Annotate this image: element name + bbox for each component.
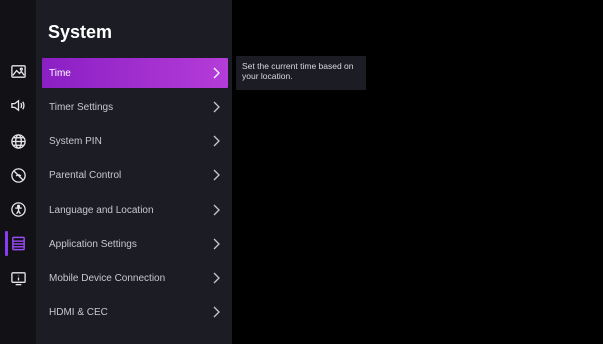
picture-icon[interactable]	[10, 63, 27, 80]
network-icon[interactable]	[10, 133, 27, 150]
menu-item-label: Language and Location	[49, 204, 154, 216]
menu-item-label: Parental Control	[49, 169, 122, 181]
menu-item-label: Mobile Device Connection	[49, 272, 166, 284]
accessibility-icon[interactable]	[10, 201, 27, 218]
chevron-right-icon	[210, 305, 222, 319]
chevron-right-icon	[210, 134, 222, 148]
chevron-right-icon	[210, 237, 222, 251]
chevron-right-icon	[210, 271, 222, 285]
support-icon[interactable]	[10, 270, 27, 287]
menu-item-label: Timer Settings	[49, 101, 114, 113]
menu-item-application-settings[interactable]: Application Settings	[42, 229, 228, 259]
category-rail	[0, 0, 36, 344]
menu-item-timer-settings[interactable]: Timer Settings	[42, 92, 228, 122]
menu-item-mobile-device-connection[interactable]: Mobile Device Connection	[42, 263, 228, 293]
page-title: System	[48, 22, 113, 42]
chevron-right-icon	[210, 203, 222, 217]
chevron-right-icon	[210, 100, 222, 114]
system-menu-panel: System Time Timer Settings System PIN Pa…	[36, 0, 232, 344]
chevron-right-icon	[210, 66, 222, 80]
menu-item-label: Time	[49, 67, 71, 79]
menu-item-hdmi-cec[interactable]: HDMI & CEC	[42, 297, 228, 327]
menu-item-parental-control[interactable]: Parental Control	[42, 160, 228, 190]
chevron-right-icon	[210, 168, 222, 182]
system-icon[interactable]	[10, 235, 27, 252]
sound-icon[interactable]	[10, 97, 27, 114]
accessibility-off-icon[interactable]	[10, 167, 27, 184]
item-description-tooltip: Set the current time based on your locat…	[236, 56, 366, 90]
menu-item-label: System PIN	[49, 135, 102, 147]
menu-item-language-location[interactable]: Language and Location	[42, 195, 228, 225]
settings-screen: System Time Timer Settings System PIN Pa…	[0, 0, 603, 344]
menu-item-time[interactable]: Time	[42, 58, 228, 88]
menu-item-system-pin[interactable]: System PIN	[42, 126, 228, 156]
menu-item-label: Application Settings	[49, 238, 137, 250]
rail-active-indicator	[5, 231, 8, 256]
menu-item-label: HDMI & CEC	[49, 306, 108, 318]
